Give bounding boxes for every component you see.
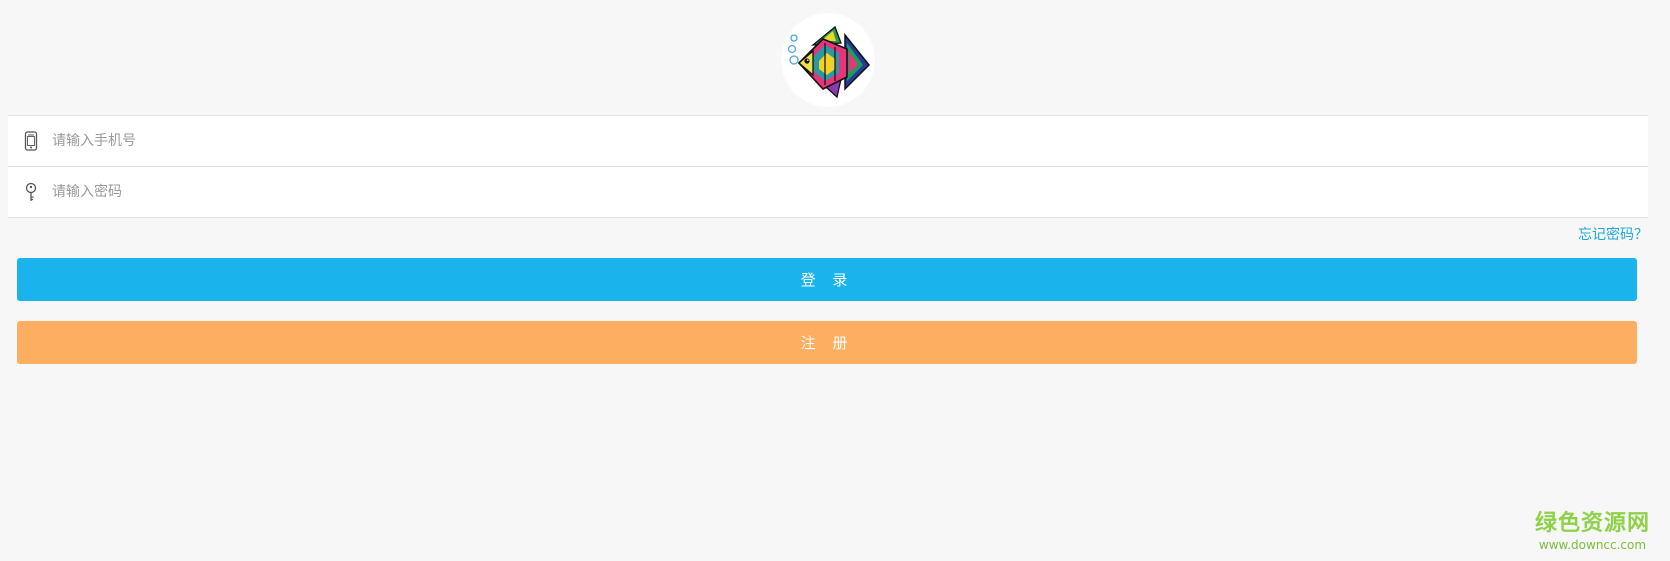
login-form bbox=[8, 115, 1648, 218]
register-button[interactable]: 注 册 bbox=[17, 321, 1637, 364]
phone-row bbox=[8, 116, 1648, 166]
watermark-url: www.downcc.com bbox=[1538, 538, 1647, 552]
phone-input[interactable] bbox=[52, 121, 1648, 161]
fish-illustration bbox=[787, 25, 871, 99]
key-icon bbox=[22, 181, 40, 203]
password-row bbox=[8, 166, 1648, 217]
password-input[interactable] bbox=[52, 172, 1648, 212]
avatar bbox=[781, 13, 875, 107]
login-button[interactable]: 登 录 bbox=[17, 258, 1637, 301]
forgot-password-link[interactable]: 忘记密码？ bbox=[1578, 224, 1648, 244]
site-watermark: 绿色资源网 www.downcc.com bbox=[1534, 511, 1650, 552]
mobile-phone-icon bbox=[22, 130, 40, 152]
watermark-title: 绿色资源网 bbox=[1534, 511, 1650, 536]
